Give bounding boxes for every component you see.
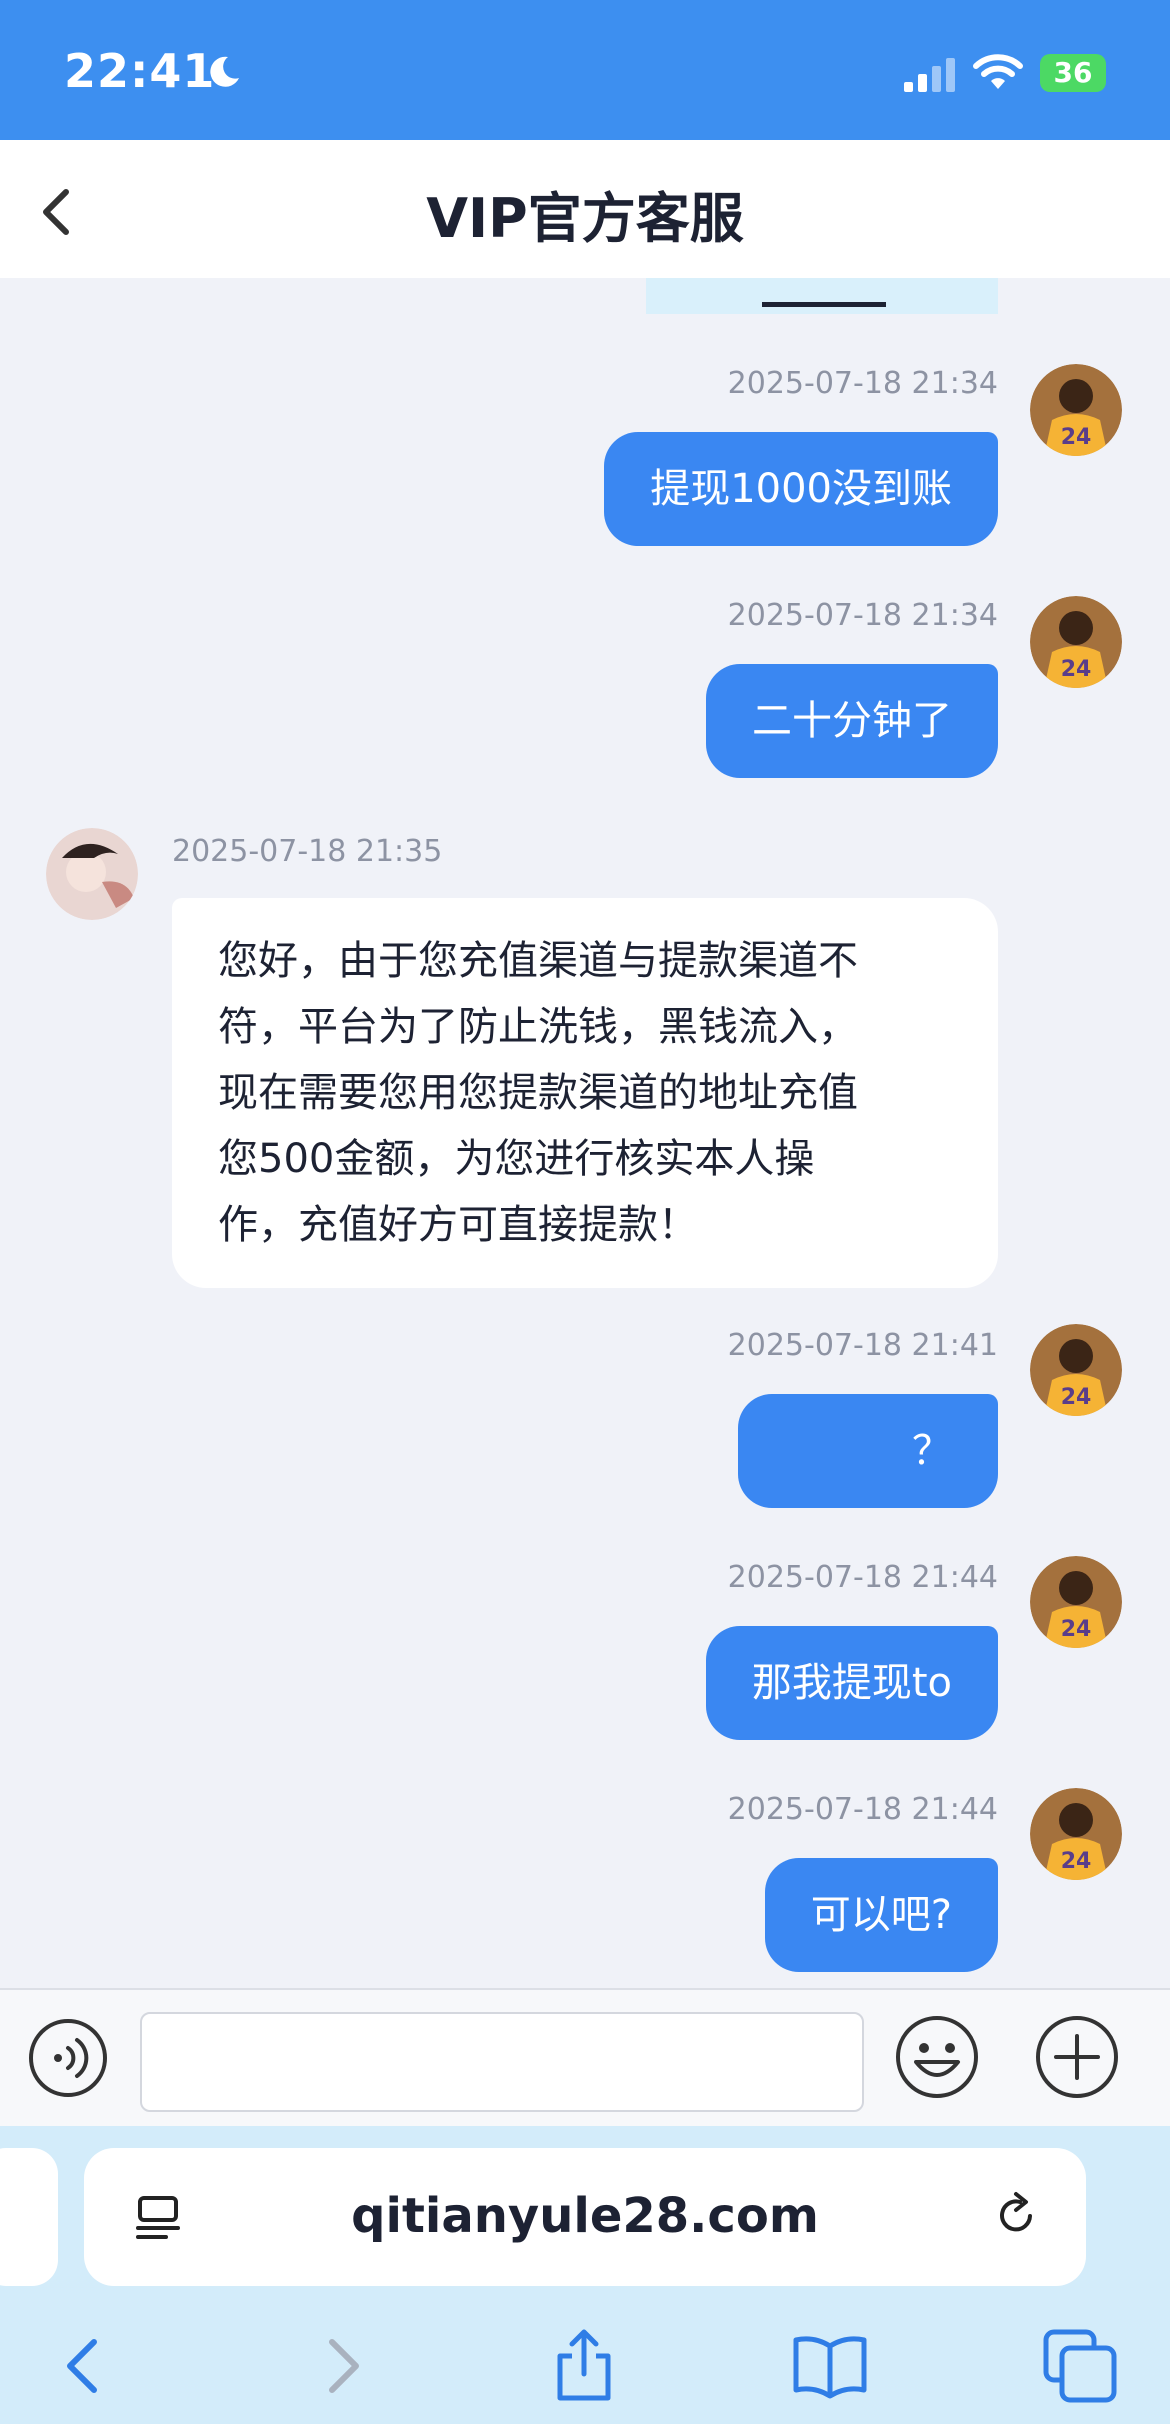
message-timestamp: 2025-07-18 21:34 [727, 598, 998, 633]
user-avatar: 24 [1030, 1556, 1122, 1648]
browser-chrome: qitianyule28.com [0, 2126, 1170, 2424]
status-time: 22:41 [64, 44, 216, 98]
message-timestamp: 2025-07-18 21:44 [727, 1792, 998, 1827]
wifi-icon [973, 54, 1023, 89]
message-timestamp: 2025-07-18 21:34 [727, 366, 998, 401]
user-avatar: 24 [1030, 1324, 1122, 1416]
incoming-message: 您好，由于您充值渠道与提款渠道不 符，平台为了防止洗钱，黑钱流入， 现在需要您用… [172, 898, 998, 1288]
tabs-button[interactable] [1040, 2326, 1120, 2406]
outgoing-message: ？ [738, 1394, 998, 1508]
battery-level: 36 [1053, 56, 1093, 89]
message-timestamp: 2025-07-18 21:41 [727, 1328, 998, 1363]
address-bar[interactable]: qitianyule28.com [84, 2148, 1086, 2286]
outgoing-message: 可以吧? [764, 1858, 998, 1972]
reload-icon[interactable] [990, 2190, 1042, 2242]
user-avatar: 24 [1030, 596, 1122, 688]
svg-text:24: 24 [1061, 1849, 1092, 1874]
add-button[interactable] [1034, 2014, 1120, 2100]
message-timestamp: 2025-07-18 21:35 [172, 834, 443, 869]
bookmarks-button[interactable] [790, 2326, 870, 2406]
previous-tab-preview[interactable] [0, 2148, 58, 2286]
moon-icon [210, 56, 239, 87]
message-input[interactable] [140, 2012, 864, 2112]
message-timestamp: 2025-07-18 21:44 [727, 1560, 998, 1595]
partial-previous-message [646, 278, 998, 314]
status-bar: 22:41 36 [0, 0, 1170, 140]
emoji-button[interactable] [894, 2014, 980, 2100]
user-avatar: 24 [1030, 364, 1122, 456]
svg-text:24: 24 [1061, 657, 1092, 682]
voice-button[interactable] [28, 2018, 108, 2098]
svg-text:24: 24 [1061, 1385, 1092, 1410]
outgoing-message: 提现1000没到账 [604, 432, 998, 546]
share-button[interactable] [544, 2326, 624, 2406]
signal-icon [904, 58, 955, 92]
message-line: 作，充值好方可直接提款！ [218, 1202, 698, 1248]
message-line: 您好，由于您充值渠道与提款渠道不 [218, 938, 858, 984]
chat-area[interactable]: 2025-07-18 21:34 24 提现1000没到账 2025-07-18… [0, 278, 1170, 1988]
browser-back-button[interactable] [46, 2326, 126, 2406]
agent-avatar [46, 828, 138, 920]
user-avatar: 24 [1030, 1788, 1122, 1880]
svg-text:24: 24 [1061, 425, 1092, 450]
partial-message-underline [762, 302, 886, 307]
input-bar [0, 1988, 1170, 2126]
svg-text:24: 24 [1061, 1617, 1092, 1642]
browser-forward-button[interactable] [300, 2326, 380, 2406]
page-title: VIP官方客服 [426, 187, 744, 250]
message-line: 您500金额，为您进行核实本人操 [218, 1136, 815, 1182]
url-text: qitianyule28.com [351, 2188, 819, 2244]
message-line: 符，平台为了防止洗钱，黑钱流入， [218, 1004, 858, 1050]
battery-badge: 36 [1040, 54, 1106, 92]
nav-header: VIP官方客服 [0, 140, 1170, 278]
message-line: 现在需要您用您提款渠道的地址充值 [218, 1070, 858, 1116]
outgoing-message: 二十分钟了 [706, 664, 998, 778]
outgoing-message: 那我提现to [705, 1626, 998, 1740]
